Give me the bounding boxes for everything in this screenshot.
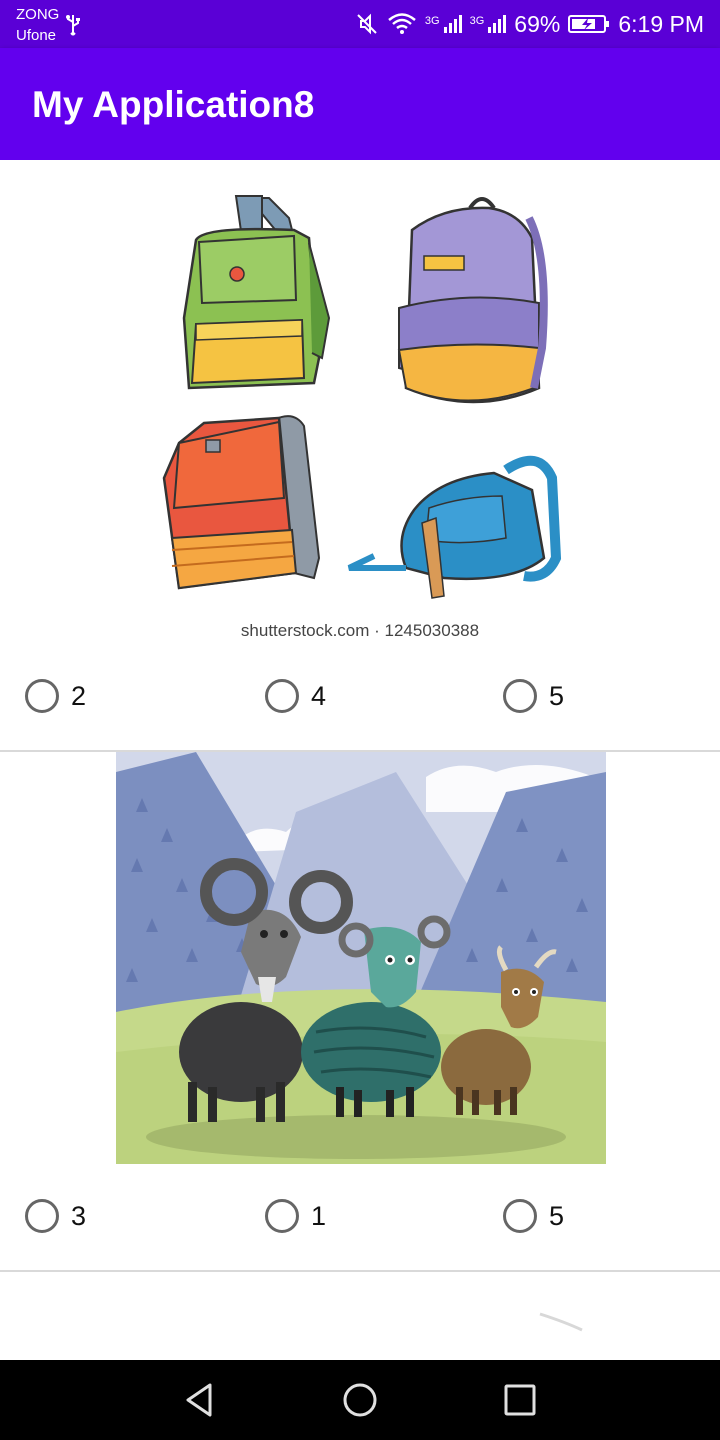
radio-option[interactable]: 2 [25, 679, 86, 713]
partial-image [539, 1312, 583, 1332]
signal-icon: 3G [425, 15, 462, 33]
backpacks-illustration: shutterstock.com · 1245030388 [162, 195, 562, 640]
radio-group: 2 4 5 [0, 674, 720, 722]
radio-option[interactable]: 3 [25, 1199, 86, 1233]
app-title: My Application8 [32, 84, 315, 125]
question-card: 3 1 5 [0, 752, 720, 1270]
radio-button[interactable] [503, 679, 537, 713]
clock: 6:19 PM [618, 10, 704, 37]
navigation-bar [0, 1360, 720, 1440]
network-type: 3G [424, 15, 440, 27]
radio-group: 3 1 5 [0, 1194, 720, 1242]
image-watermark: shutterstock.com · 1245030388 [241, 621, 479, 640]
radio-button[interactable] [25, 1199, 59, 1233]
battery-icon [568, 15, 610, 33]
blue-bag [347, 455, 562, 599]
network-type: 3G [469, 15, 485, 27]
orange-backpack [162, 415, 321, 590]
radio-option[interactable]: 5 [503, 1199, 564, 1233]
radio-label: 2 [71, 680, 87, 711]
carrier-primary: ZONG [16, 6, 60, 23]
radio-label: 5 [549, 680, 565, 711]
question-card-partial [0, 1272, 720, 1360]
goats-illustration [116, 752, 606, 1164]
carrier-info: ZONG Ufone [16, 4, 59, 46]
battery-percent: 69% [514, 10, 561, 37]
radio-option[interactable]: 4 [265, 679, 326, 713]
wifi-icon [388, 13, 416, 34]
radio-button[interactable] [25, 679, 59, 713]
radio-option[interactable]: 5 [503, 679, 564, 713]
purple-backpack [397, 197, 548, 404]
status-indicators: 3G 3G 69% 6:19 PM [355, 10, 704, 38]
carrier-secondary: Ufone [16, 27, 57, 44]
mute-icon [357, 13, 377, 35]
recents-icon[interactable] [500, 1380, 540, 1420]
usb-icon [66, 15, 80, 36]
radio-label: 4 [311, 680, 327, 711]
status-bar: ZONG Ufone 3G 3G 69% 6:19 PM [0, 0, 720, 48]
back-icon[interactable] [180, 1380, 220, 1420]
question-image [116, 752, 606, 1164]
radio-label: 1 [311, 1200, 327, 1231]
radio-button[interactable] [503, 1199, 537, 1233]
signal-icon: 3G [470, 15, 507, 33]
home-icon[interactable] [340, 1380, 380, 1420]
radio-button[interactable] [265, 679, 299, 713]
question-card: shutterstock.com · 1245030388 2 4 5 [0, 160, 720, 750]
green-backpack [182, 195, 331, 390]
radio-button[interactable] [265, 1199, 299, 1233]
radio-label: 5 [549, 1200, 565, 1231]
radio-label: 3 [71, 1200, 87, 1231]
app-bar: My Application8 [0, 48, 720, 160]
question-image: shutterstock.com · 1245030388 [144, 178, 576, 650]
radio-option[interactable]: 1 [265, 1199, 326, 1233]
